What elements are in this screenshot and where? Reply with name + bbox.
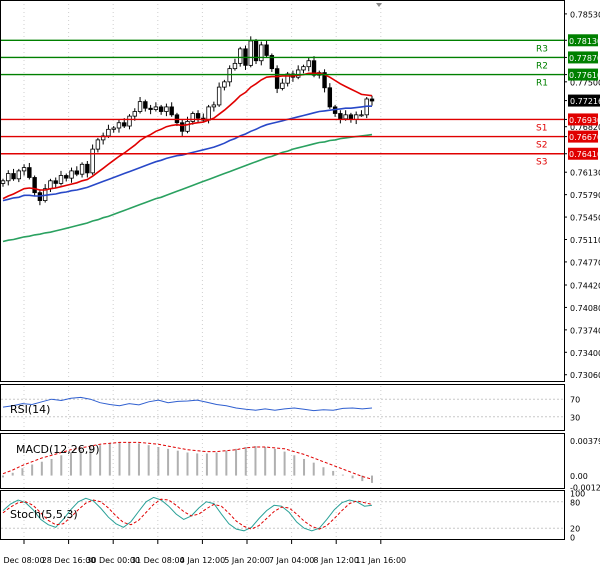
level-price-tag: 0.76930: [569, 116, 600, 125]
price-tick-label: 0.75110: [570, 236, 600, 245]
candle-body: [238, 48, 243, 64]
candle-body: [111, 127, 116, 130]
candle-body: [79, 163, 85, 175]
price-tick-label: 0.75450: [570, 214, 600, 223]
level-label-r1: R1: [536, 79, 548, 89]
candle-body: [327, 87, 333, 108]
candle-body: [232, 62, 238, 70]
current-price-label: 0.77216: [570, 97, 600, 106]
time-tick-label: 7 Jan 04:00: [269, 556, 315, 565]
candle-body: [69, 170, 74, 179]
time-tick-label: Dec 08:00: [3, 556, 44, 565]
candle-body: [274, 68, 280, 89]
macd-panel-frame: [0, 433, 565, 489]
candle-body: [169, 106, 174, 116]
candle-body: [21, 167, 27, 172]
candle-body: [132, 111, 137, 117]
candle-body: [222, 81, 227, 88]
price-tick-label: 0.78530: [570, 10, 600, 19]
candle-body: [122, 122, 127, 127]
time-tick-label: 5 Jan 20:00: [224, 556, 270, 565]
level-label-s2: S2: [536, 141, 547, 151]
candle-body: [143, 101, 148, 109]
macd-title: MACD(12,26,9): [16, 443, 100, 456]
stoch-tick-label: 20: [570, 525, 580, 534]
rsi-title: RSI(14): [10, 403, 50, 416]
candle-body: [53, 180, 58, 184]
candle-body: [164, 106, 169, 112]
candle-body: [359, 114, 364, 117]
time-tick-label: 31 Dec 08:00: [131, 556, 185, 565]
candle-body: [64, 175, 69, 179]
candle-body: [195, 113, 201, 119]
candle-body: [280, 82, 285, 89]
candle-body: [95, 139, 101, 150]
candle-body: [158, 106, 164, 112]
candle-body: [185, 121, 190, 132]
candle-body: [306, 60, 311, 68]
forex-chart: R3 R2 R1 S1 S2 S3 0.78530 0.77500 0.77216 0.7682…: [0, 0, 600, 572]
level-price-tag: 0.78130: [569, 37, 600, 46]
candle-body: [180, 122, 185, 132]
price-tick-label: 0.73060: [570, 371, 600, 380]
candle-body: [6, 173, 11, 182]
price-tick-label: 0.74770: [570, 258, 600, 267]
level-label-r2: R2: [536, 61, 548, 71]
macd-tick-label: 0.003795: [570, 437, 600, 446]
level-price-tag: 0.76670: [569, 133, 600, 142]
candle-body: [11, 173, 16, 180]
level-price-tag: 0.77610: [569, 71, 600, 80]
stoch-tick-label: 80: [570, 498, 580, 507]
rsi-tick-label: 70: [570, 396, 580, 405]
rsi-panel-frame: [0, 384, 565, 431]
level-price-tag: 0.76410: [569, 150, 600, 159]
price-tick-label: 0.73740: [570, 326, 600, 335]
price-tick-label: 0.76130: [570, 169, 600, 178]
candle-body: [116, 122, 122, 129]
candle-body: [301, 66, 306, 71]
candle-body: [248, 40, 253, 66]
stoch-tick-label: 100: [570, 490, 585, 499]
level-label-s1: S1: [536, 123, 547, 133]
level-price-tag: 0.77870: [569, 54, 600, 63]
candle-body: [148, 107, 153, 110]
price-tick-label: 0.74080: [570, 304, 600, 313]
candle-body: [106, 128, 111, 137]
candle-body: [27, 167, 32, 178]
candle-body: [216, 86, 222, 106]
candle-body: [48, 180, 53, 190]
candle-body: [211, 104, 217, 108]
macd-tick-label: 0.00: [570, 472, 588, 481]
candle-body: [16, 170, 22, 180]
chart-canvas: R3R2R1S1S2S3 0.785300.775000.772160.7682…: [0, 0, 600, 565]
level-label-s3: S3: [536, 158, 547, 168]
candle-body: [369, 98, 375, 102]
candle-body: [137, 101, 143, 112]
level-label-r3: R3: [536, 44, 548, 54]
stoch-panel-frame: [0, 490, 565, 540]
candle-body: [264, 44, 269, 56]
candle-body: [259, 44, 264, 62]
candle-body: [0, 180, 6, 184]
candle-body: [343, 114, 348, 120]
time-tick-label: 11 Jan 16:00: [355, 556, 406, 565]
price-tick-label: 0.74420: [570, 282, 600, 291]
time-tick-label: 4 Jan 12:00: [180, 556, 226, 565]
price-tick-label: 0.73400: [570, 349, 600, 358]
candle-body: [153, 106, 159, 110]
candle-body: [206, 106, 211, 121]
time-tick-label: 8 Jan 12:00: [313, 556, 359, 565]
candle-body: [58, 175, 64, 184]
stoch-title: Stoch(5,5,3): [10, 508, 78, 521]
candle-body: [32, 177, 37, 194]
candle-body: [190, 113, 195, 122]
rsi-tick-label: 30: [570, 413, 580, 422]
candle-body: [90, 148, 95, 174]
price-tick-label: 0.75790: [570, 191, 600, 200]
candle-body: [74, 170, 79, 175]
stoch-tick-label: 0: [570, 534, 575, 543]
candle-body: [127, 115, 132, 127]
candle-body: [85, 163, 90, 174]
candle-body: [338, 113, 343, 120]
